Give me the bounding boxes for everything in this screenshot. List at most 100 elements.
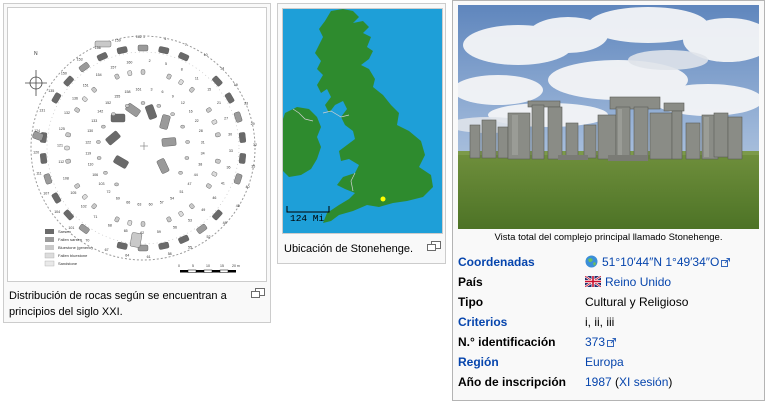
year-link[interactable]: 1987 bbox=[585, 375, 612, 389]
scale-number: 10 bbox=[206, 264, 210, 268]
stone-number-label: 33 bbox=[229, 149, 233, 153]
stone-number-label: 55 bbox=[188, 245, 192, 249]
legend-label: Fallen bluestone bbox=[58, 253, 88, 258]
stone-number-label: 49 bbox=[201, 208, 205, 212]
label-criterios[interactable]: Criterios bbox=[458, 312, 507, 332]
stone-number-label: 132 bbox=[64, 111, 70, 115]
coordinates-link[interactable]: 51°10′44″N 1°49′34″O bbox=[602, 255, 719, 269]
stone-shape bbox=[178, 234, 190, 244]
stone-shape bbox=[166, 73, 172, 80]
plan-image[interactable]: N 1 2 3 4 5 6 7 8 9 10 11 12 14 15 16 19 21 22 23 27 28 29 30 3… bbox=[7, 7, 267, 282]
external-link-icon bbox=[607, 338, 617, 347]
stone-shape bbox=[224, 92, 235, 104]
stone-number-label: 124 bbox=[34, 129, 40, 133]
plan-thumbnail: N 1 2 3 4 5 6 7 8 9 10 11 12 14 15 16 19 21 22 23 27 28 29 30 3… bbox=[3, 3, 271, 323]
stone-number-label: 62 bbox=[140, 231, 144, 235]
stone-number-label: 136 bbox=[72, 97, 78, 101]
stone-number-label: 10 bbox=[204, 53, 208, 57]
infobox-table: Coordenadas 51°10′44″N 1°49′34″O País Re… bbox=[458, 252, 764, 392]
stone-shape bbox=[161, 137, 177, 147]
stone-shape bbox=[116, 46, 128, 55]
stone-number-label: 7 bbox=[185, 43, 187, 47]
stone-number-label: 161 bbox=[136, 88, 142, 92]
stone-number-label: 31 bbox=[201, 140, 205, 144]
stone-number-label: 142 bbox=[97, 109, 103, 113]
stone-shape bbox=[65, 132, 71, 138]
scale-number: 5 bbox=[192, 264, 194, 268]
stone-shape bbox=[145, 104, 157, 120]
stone-number-label: 14 bbox=[220, 67, 224, 71]
stone-number-label: 157 bbox=[110, 65, 116, 69]
stone-number-label: 119 bbox=[85, 152, 91, 156]
infobox: Vista total del complejo principal llama… bbox=[452, 0, 765, 401]
label-region[interactable]: Región bbox=[458, 352, 499, 372]
stone-number-label: 16 bbox=[189, 109, 193, 113]
stone-shape bbox=[114, 73, 120, 80]
stone-shape bbox=[178, 211, 184, 217]
stone-shape bbox=[158, 241, 170, 250]
stone-shape bbox=[103, 171, 108, 175]
stone-shape bbox=[178, 171, 183, 175]
stone-number-label: 35 bbox=[251, 165, 255, 169]
session-link[interactable]: XI sesión bbox=[619, 375, 668, 389]
stonehenge-photo-image bbox=[458, 5, 759, 229]
photo-caption: Vista total del complejo principal llama… bbox=[494, 232, 723, 243]
legend-label: Sandstone bbox=[58, 261, 78, 266]
stone-shape bbox=[215, 158, 221, 164]
stone-number-label: 15 bbox=[207, 88, 211, 92]
stone-shape bbox=[39, 153, 48, 164]
magnify-icon[interactable] bbox=[427, 241, 441, 252]
stone-shape bbox=[51, 92, 62, 104]
stone-number-label: 133 bbox=[91, 119, 97, 123]
region-link[interactable]: Europa bbox=[585, 355, 624, 369]
stone-number-label: 22 bbox=[195, 119, 199, 123]
infobox-row-inscripcion: Año de inscripción 1987 (XI sesión) bbox=[458, 372, 764, 392]
plan-caption: Distribución de rocas según se encuentra… bbox=[9, 290, 227, 318]
stone-shape bbox=[166, 216, 172, 223]
stone-shape bbox=[211, 119, 218, 125]
stone-number-label: 71 bbox=[93, 215, 97, 219]
stone-shape bbox=[63, 209, 74, 221]
stone-number-label: 122 bbox=[85, 140, 91, 144]
stone-number-label: 64 bbox=[125, 254, 129, 258]
label-coordenadas[interactable]: Coordenadas bbox=[458, 252, 535, 272]
stone-shape bbox=[170, 112, 175, 116]
stonehenge-photo[interactable] bbox=[458, 5, 759, 229]
stone-shape bbox=[233, 111, 243, 123]
stone-shape bbox=[178, 79, 184, 85]
stone-shape bbox=[116, 241, 128, 250]
id-link[interactable]: 373 bbox=[585, 335, 605, 349]
scale-number: 15 bbox=[220, 264, 224, 268]
magnify-icon[interactable] bbox=[251, 288, 265, 299]
stone-number-label: 21 bbox=[217, 101, 221, 105]
location-marker bbox=[380, 196, 386, 202]
stone-shape bbox=[158, 46, 170, 55]
infobox-row-region: Región Europa bbox=[458, 352, 764, 372]
stone-number-label: 3 bbox=[151, 88, 153, 92]
stone-shape bbox=[65, 158, 71, 164]
infobox-row-coordenadas: Coordenadas 51°10′44″N 1°49′34″O bbox=[458, 252, 764, 272]
british-isles-map: 124 Mi bbox=[283, 9, 442, 233]
stone-number-label: 29 bbox=[251, 122, 255, 126]
session-text: (XI sesión) bbox=[611, 375, 673, 389]
stone-shape bbox=[81, 96, 88, 102]
stone-shape bbox=[124, 104, 130, 108]
map-image[interactable]: 124 Mi bbox=[282, 8, 443, 234]
legend-label: Bluestone (generic) bbox=[58, 245, 93, 250]
stone-shape bbox=[127, 220, 133, 226]
stone-number-label: 59 bbox=[157, 230, 161, 234]
stone-shape bbox=[114, 216, 120, 223]
stone-number-label: 72 bbox=[107, 190, 111, 194]
stone-number-label: 67 bbox=[105, 248, 109, 252]
stone-number-label: 160 bbox=[126, 61, 132, 65]
stone-shape bbox=[238, 132, 247, 143]
stone-shape bbox=[64, 145, 70, 151]
stone-number-label: 135 bbox=[48, 89, 54, 93]
stone-number-label: 63 bbox=[137, 203, 141, 207]
globe-icon bbox=[585, 255, 598, 268]
stone-number-label: 121 bbox=[57, 144, 63, 148]
stone-number-label: 58 bbox=[168, 252, 172, 256]
stone-plan-diagram: N 12345678910111214151619212223272829303… bbox=[25, 35, 257, 273]
country-link[interactable]: Reino Unido bbox=[605, 275, 671, 289]
stone-shape bbox=[101, 124, 106, 129]
